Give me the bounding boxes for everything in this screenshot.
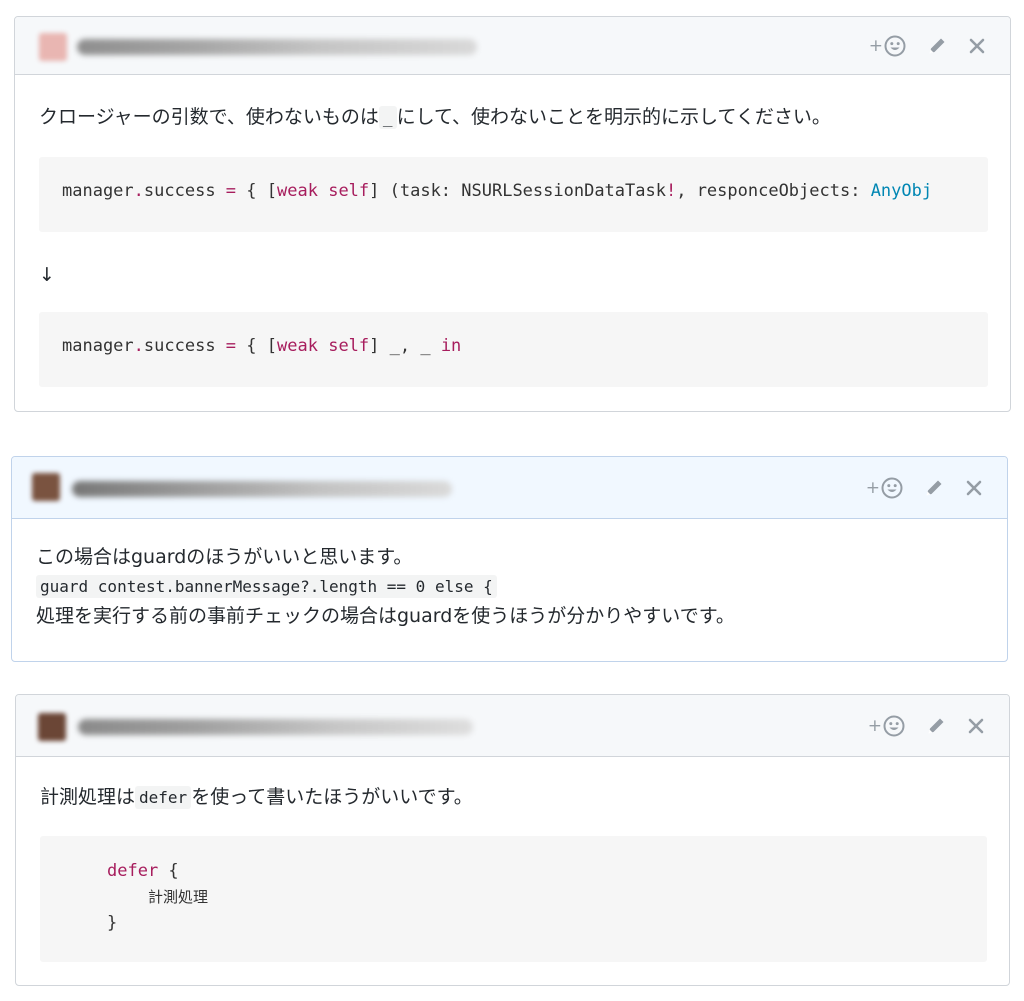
close-icon (966, 480, 982, 496)
comment-body: この場合はguardのほうがいいと思います。 guard contest.ban… (12, 542, 1007, 631)
add-reaction-button[interactable]: + (868, 711, 905, 741)
edit-button[interactable] (926, 35, 948, 57)
delete-button[interactable] (967, 717, 985, 735)
avatar[interactable] (38, 713, 66, 741)
comment-text: クロージャーの引数で、使わないものは _ にして、使わないことを明示的に示してくださ… (39, 106, 831, 129)
smiley-icon (883, 715, 905, 737)
close-icon (968, 718, 984, 734)
pencil-icon (928, 718, 944, 734)
comment-text-line: 処理を実行する前の事前チェックの場合はguardを使うほうが分かりやすいです。 (36, 605, 735, 627)
avatar[interactable] (32, 473, 60, 501)
comment-actions: + (869, 31, 986, 61)
pencil-icon (926, 480, 942, 496)
comment-card: + クロージャーの引数で、使わないものは _ にして、使わないことを明示的に示してく… (14, 16, 1011, 412)
author-name-blurred[interactable] (72, 481, 452, 497)
add-reaction-button[interactable]: + (866, 473, 903, 503)
add-reaction-button[interactable]: + (869, 31, 906, 61)
comment-card: + 計測処理は defer を使って書いたほうがいいです。 defer { 計測処理… (15, 694, 1010, 986)
comment-text: 計測処理は defer を使って書いたほうがいいです。 (40, 786, 473, 809)
author-name-blurred[interactable] (77, 39, 477, 55)
delete-button[interactable] (968, 37, 986, 55)
comment-body: 計測処理は defer を使って書いたほうがいいです。 defer { 計測処理 } (16, 782, 1009, 962)
comment-card-highlighted: + この場合はguardのほうがいいと思います。 guard contest.b… (11, 456, 1008, 662)
smiley-icon (884, 35, 906, 57)
avatar[interactable] (39, 33, 67, 61)
close-icon (969, 38, 985, 54)
edit-button[interactable] (925, 715, 947, 737)
arrow-text: ↓ (39, 264, 55, 286)
comment-actions: + (868, 711, 985, 741)
comment-body: クロージャーの引数で、使わないものは _ にして、使わないことを明示的に示してくださ… (15, 102, 1010, 387)
code-block: manager.success = { [weak self] (task: N… (39, 157, 988, 232)
edit-button[interactable] (923, 477, 945, 499)
code-block: manager.success = { [weak self] _, _ in (39, 312, 988, 387)
inline-code: _ (378, 106, 397, 129)
delete-button[interactable] (965, 479, 983, 497)
comment-text-line: この場合はguardのほうがいいと思います。 (36, 546, 413, 568)
author-name-blurred[interactable] (78, 719, 473, 735)
pencil-icon (929, 38, 945, 54)
smiley-icon (881, 477, 903, 499)
comment-header: + (16, 695, 1009, 757)
comment-code-line: guard contest.bannerMessage?.length == 0… (36, 572, 983, 601)
comment-header: + (15, 17, 1010, 75)
comment-header: + (12, 457, 1007, 519)
inline-code: defer (135, 786, 192, 809)
code-block: defer { 計測処理 } (40, 836, 987, 962)
comment-actions: + (866, 473, 983, 503)
